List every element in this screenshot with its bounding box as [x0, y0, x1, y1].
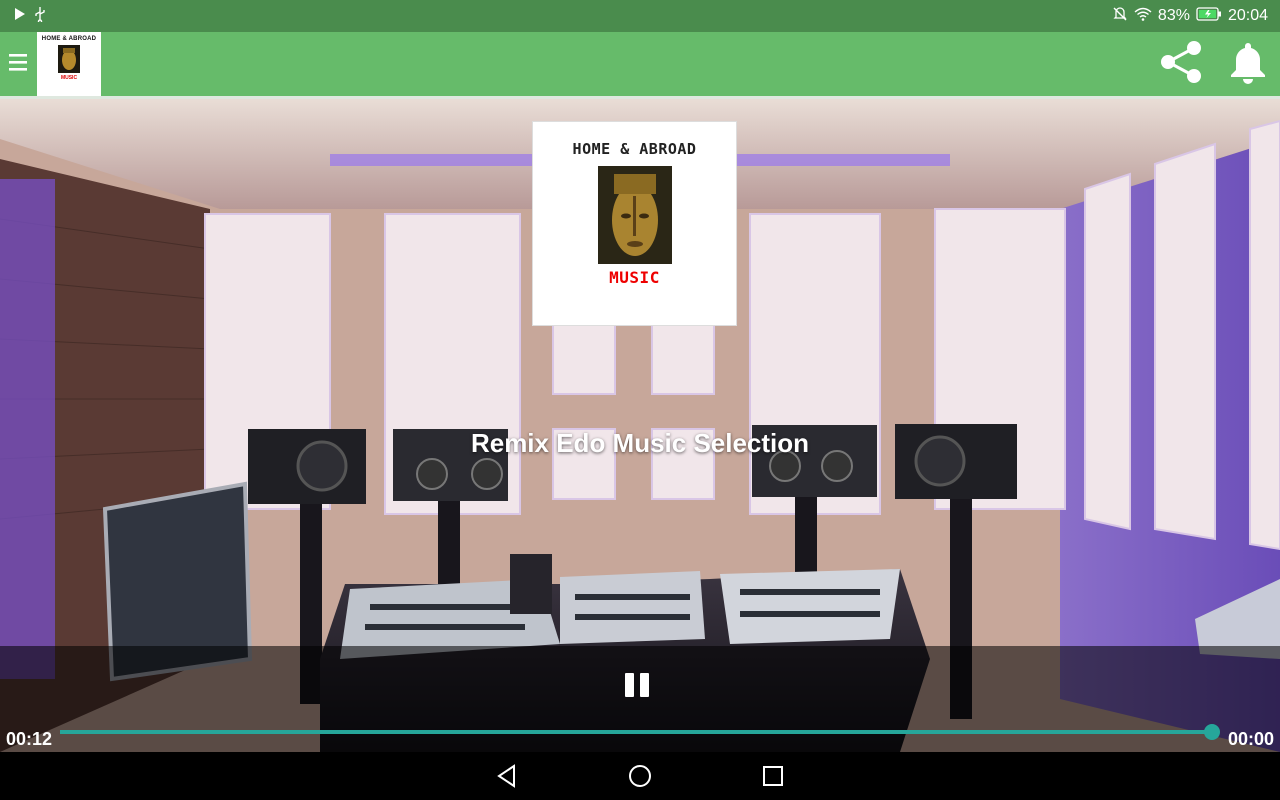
bell-icon[interactable]	[1228, 39, 1268, 90]
seek-progress	[60, 730, 1212, 734]
seek-bar[interactable]	[60, 724, 1220, 740]
album-cover-title: HOME & ABROAD	[572, 140, 697, 158]
share-icon[interactable]	[1158, 38, 1206, 91]
home-icon[interactable]	[628, 762, 652, 790]
status-right: 83% 20:04	[1112, 6, 1268, 27]
mute-icon	[1112, 6, 1128, 27]
album-cover-subtitle: MUSIC	[609, 268, 660, 287]
status-bar: 83% 20:04	[0, 0, 1280, 32]
total-time: 00:00	[1227, 729, 1274, 749]
navigation-bar	[0, 752, 1280, 800]
track-title: Remix Edo Music Selection	[470, 428, 810, 458]
back-icon[interactable]	[496, 762, 518, 790]
menu-button[interactable]	[0, 32, 36, 96]
battery-charging-icon	[1196, 6, 1222, 26]
elapsed-time: 00:12	[6, 729, 53, 749]
pause-icon-bar-right	[640, 673, 649, 697]
app-bar: HOME & ABROAD MUSIC	[0, 32, 1280, 96]
mask-icon	[58, 45, 80, 73]
album-cover: HOME & ABROAD MUSIC	[532, 121, 737, 326]
app-bar-actions	[1158, 32, 1268, 96]
pause-icon-bar-left	[625, 673, 634, 697]
logo-top-text: HOME & ABROAD	[41, 36, 97, 42]
wifi-icon	[1134, 7, 1152, 26]
battery-percent: 83%	[1157, 7, 1190, 24]
logo-bottom-text: MUSIC	[60, 75, 78, 81]
app-logo[interactable]: HOME & ABROAD MUSIC	[37, 32, 101, 96]
player-controls: 00:12 00:00	[0, 646, 1280, 752]
pause-button[interactable]	[625, 673, 653, 699]
clock: 20:04	[1227, 7, 1268, 24]
menu-icon	[8, 51, 28, 78]
mask-image	[597, 166, 672, 264]
status-left	[14, 6, 46, 27]
recents-icon[interactable]	[762, 762, 784, 790]
play-icon	[14, 7, 26, 26]
seek-thumb[interactable]	[1204, 724, 1220, 740]
usb-icon	[34, 6, 46, 27]
